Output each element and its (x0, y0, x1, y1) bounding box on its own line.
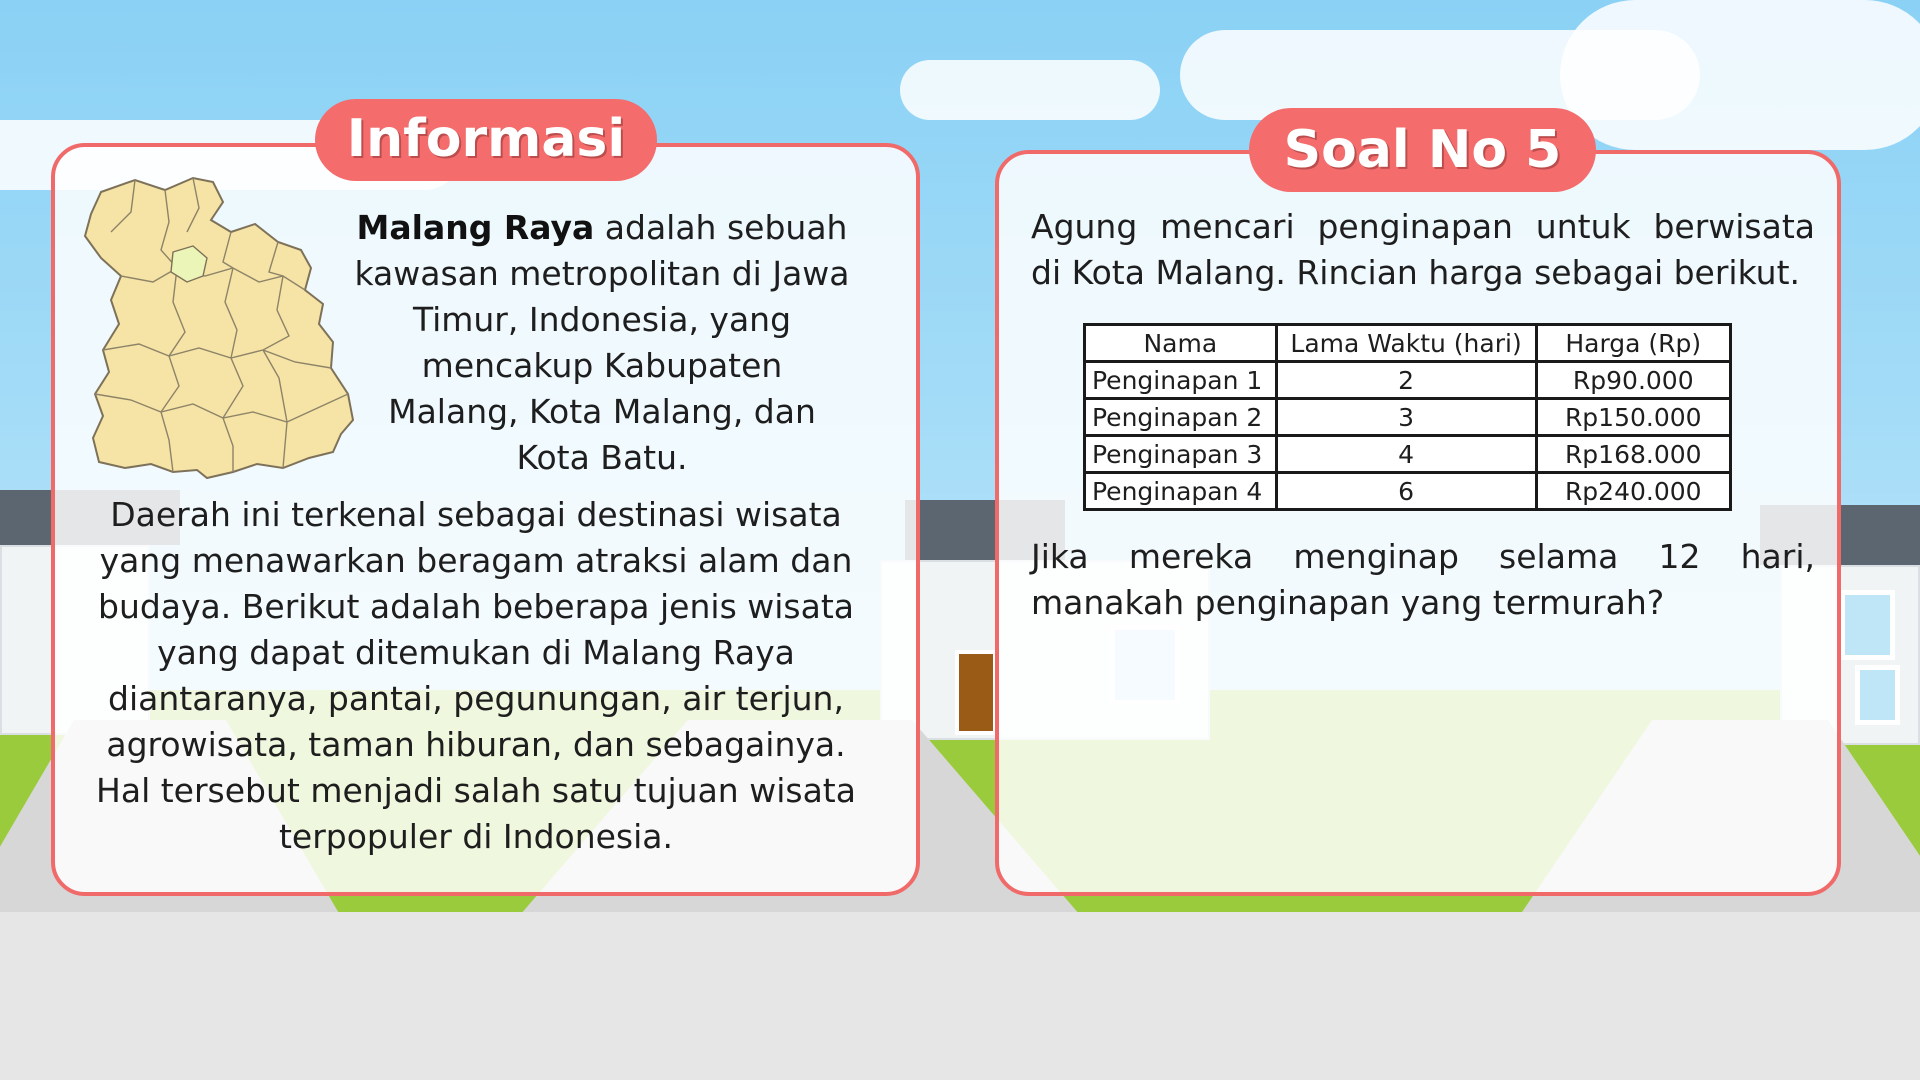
question-card-title: Soal No 5 (1249, 108, 1596, 192)
question-intro-line: di Kota Malang. Rincian harga sebagai be… (1031, 253, 1801, 292)
table-cell-days: 3 (1274, 397, 1538, 437)
question-text: Jika mereka menginap selama 12 hari, man… (1031, 537, 1815, 622)
table-cell-price: Rp168.000 (1534, 434, 1733, 474)
cloud (900, 60, 1160, 120)
house-door (955, 650, 997, 735)
table-header-cell: Harga (Rp) (1534, 323, 1733, 363)
table-header-cell: Nama (1083, 323, 1278, 363)
table-row: Penginapan 4 6 Rp240.000 (1083, 471, 1733, 511)
question-intro-line: Agung mencari penginapan untuk berwisata (1031, 207, 1815, 246)
info-intro-text: Malang Raya adalah sebuah kawasan metrop… (352, 205, 852, 481)
house-window (1855, 665, 1900, 725)
info-intro-bold: Malang Raya (356, 208, 595, 247)
table-cell-days: 4 (1274, 434, 1538, 474)
table-header-row: Nama Lama Waktu (hari) Harga (Rp) (1083, 323, 1733, 363)
table-cell-name: Penginapan 3 (1083, 434, 1278, 474)
table-cell-name: Penginapan 1 (1083, 360, 1278, 400)
road (0, 912, 1920, 1080)
table-cell-price: Rp90.000 (1534, 360, 1733, 400)
table-header-cell: Lama Waktu (hari) (1274, 323, 1538, 363)
table-row: Penginapan 3 4 Rp168.000 (1083, 434, 1733, 474)
table-row: Penginapan 1 2 Rp90.000 (1083, 360, 1733, 400)
price-table: Nama Lama Waktu (hari) Harga (Rp) Pengin… (1083, 323, 1733, 511)
malang-raya-map-icon (83, 176, 355, 480)
malang-raya-map-icon (73, 172, 363, 487)
info-body-text: Daerah ini terkenal sebagai destinasi wi… (96, 495, 856, 856)
table-cell-days: 2 (1274, 360, 1538, 400)
house-window (1840, 590, 1895, 660)
table-row: Penginapan 2 3 Rp150.000 (1083, 397, 1733, 437)
table-cell-name: Penginapan 2 (1083, 397, 1278, 437)
table-cell-price: Rp240.000 (1534, 471, 1733, 511)
cloud (1560, 0, 1920, 150)
info-intro-rest: adalah sebuah kawasan metropolitan di Ja… (354, 208, 850, 477)
table-cell-name: Penginapan 4 (1083, 471, 1278, 511)
table-cell-price: Rp150.000 (1534, 397, 1733, 437)
question-intro-text: Agung mencari penginapan untuk berwisata… (1031, 204, 1815, 296)
table-cell-days: 6 (1274, 471, 1538, 511)
info-card-title: Informasi (315, 99, 657, 181)
